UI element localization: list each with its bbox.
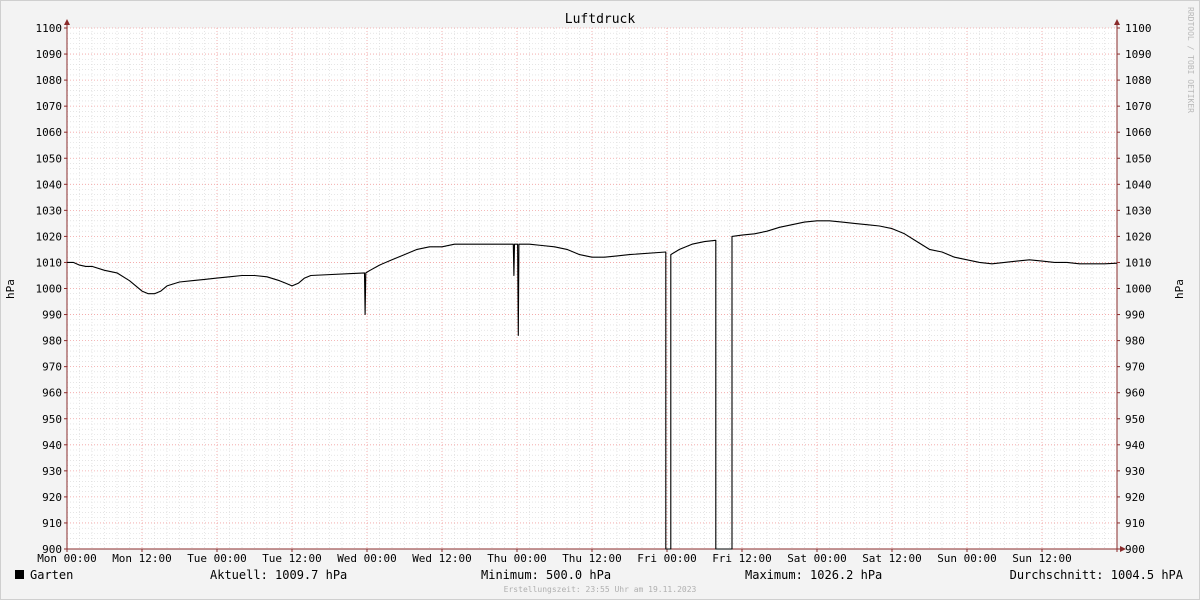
x-tick-label: Mon 12:00 xyxy=(112,552,172,565)
x-tick-label: Tue 00:00 xyxy=(187,552,247,565)
y-tick-labels-left: 9009109209309409509609709809901000101010… xyxy=(36,22,63,556)
y-tick-label: 950 xyxy=(42,413,62,426)
chart-title: Luftdruck xyxy=(565,12,636,27)
x-tick-label: Tue 12:00 xyxy=(262,552,322,565)
y-tick-label: 970 xyxy=(1125,361,1145,374)
watermark: RRDTOOL / TOBI OETIKER xyxy=(1186,7,1195,113)
y-tick-label: 1050 xyxy=(1125,152,1152,165)
y-tick-label: 910 xyxy=(42,517,62,530)
y-tick-label: 1040 xyxy=(36,178,63,191)
y-tick-label: 1060 xyxy=(36,126,63,139)
y-axis-arrow xyxy=(1114,19,1120,25)
x-tick-label: Wed 00:00 xyxy=(337,552,397,565)
y-tick-label: 1020 xyxy=(1125,230,1152,243)
y-tick-label: 1100 xyxy=(36,22,63,35)
legend-minimum: Minimum: 500.0 hPa xyxy=(481,568,611,582)
y-tick-label: 1090 xyxy=(36,48,63,61)
y-tick-label: 960 xyxy=(42,387,62,400)
y-tick-label: 990 xyxy=(1125,309,1145,322)
y-tick-label: 980 xyxy=(42,335,62,348)
y-tick-label: 960 xyxy=(1125,387,1145,400)
x-tick-label: Sat 00:00 xyxy=(787,552,847,565)
x-tick-label: Sun 00:00 xyxy=(937,552,997,565)
y-tick-label: 1070 xyxy=(36,100,63,113)
y-tick-label: 950 xyxy=(1125,413,1145,426)
y-tick-labels-right: 900 910 920 930 940 950 960 970 980 990 1000 1010 10… xyxy=(1125,22,1152,556)
x-tick-label: Sun 12:00 xyxy=(1012,552,1072,565)
y-tick-label: 910 xyxy=(1125,517,1145,530)
y-tick-label: 990 xyxy=(42,309,62,322)
y-tick-label: 920 xyxy=(1125,491,1145,504)
y-tick-label: 920 xyxy=(42,491,62,504)
y-tick-label: 1060 xyxy=(1125,126,1152,139)
y-tick-label: 1080 xyxy=(36,74,63,87)
x-tick-label: Fri 12:00 xyxy=(712,552,772,565)
y-tick-label: 1070 xyxy=(1125,100,1152,113)
x-tick-label: Thu 12:00 xyxy=(562,552,622,565)
y-tick-label: 900 xyxy=(1125,543,1145,556)
footer-timestamp: Erstellungszeit: 23:55 Uhr am 19.11.2023 xyxy=(504,585,697,594)
y-tick-label: 1090 xyxy=(1125,48,1152,61)
y-tick-label: 1080 xyxy=(1125,74,1152,87)
y-tick-label: 970 xyxy=(42,361,62,374)
legend-maximum: Maximum: 1026.2 hPa xyxy=(745,568,882,582)
legend-swatch xyxy=(15,570,24,579)
x-tick-label: Wed 12:00 xyxy=(412,552,472,565)
y-tick-label: 1020 xyxy=(36,230,63,243)
y-tick-label: 1010 xyxy=(36,256,63,269)
legend-current: Aktuell: 1009.7 hPa xyxy=(210,568,347,582)
legend-average: Durchschnitt: 1004.5 hPA xyxy=(1010,568,1184,582)
y-axis-label-left: hPa xyxy=(4,279,17,299)
line-chart: 900 910 920 930 940 950 960 970 980 990 1000 1010 10… xyxy=(4,7,1195,594)
x-tick-labels: Mon 00:00 Mon 12:00 Tue 00:00 Tue 12:00 Wed … xyxy=(37,552,1072,565)
y-tick-label: 930 xyxy=(42,465,62,478)
y-tick-label: 940 xyxy=(1125,439,1145,452)
x-tick-label: Sat 12:00 xyxy=(862,552,922,565)
y-tick-label: 1000 xyxy=(1125,283,1152,296)
y-axis-label-right: hPa xyxy=(1173,279,1186,299)
x-tick-label: Thu 00:00 xyxy=(487,552,547,565)
y-axis-arrow xyxy=(64,19,70,25)
y-tick-label: 930 xyxy=(1125,465,1145,478)
x-tick-label: Mon 00:00 xyxy=(37,552,97,565)
legend-series-name: Garten xyxy=(30,568,73,582)
y-tick-label: 1030 xyxy=(36,204,63,217)
y-tick-label: 1050 xyxy=(36,152,63,165)
y-tick-label: 1000 xyxy=(36,283,63,296)
y-tick-label: 1100 xyxy=(1125,22,1152,35)
y-tick-label: 1010 xyxy=(1125,256,1152,269)
x-tick-label: Fri 00:00 xyxy=(637,552,697,565)
y-tick-label: 1030 xyxy=(1125,204,1152,217)
y-tick-label: 1040 xyxy=(1125,178,1152,191)
y-tick-label: 980 xyxy=(1125,335,1145,348)
y-tick-label: 940 xyxy=(42,439,62,452)
